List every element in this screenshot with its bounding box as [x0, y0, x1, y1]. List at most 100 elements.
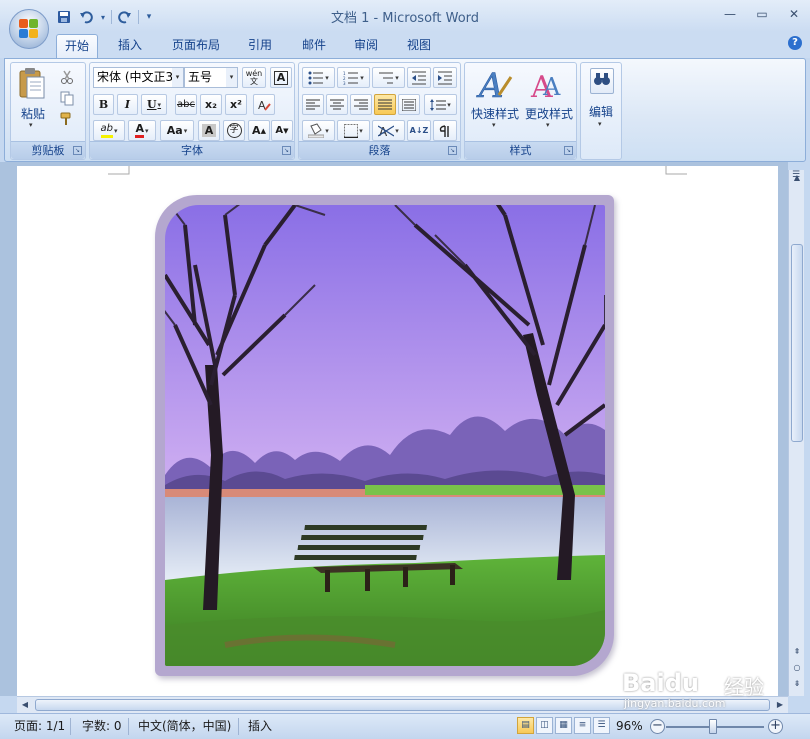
tab-home[interactable]: 开始 — [56, 34, 99, 58]
italic-button[interactable]: I — [117, 94, 138, 115]
tab-insert[interactable]: 插入 — [110, 34, 150, 58]
change-case-dropdown-icon[interactable]: ▾ — [184, 127, 188, 135]
font-name-combo[interactable]: 宋体 (中文正3 ▾ — [93, 67, 184, 88]
increase-indent-button[interactable] — [433, 67, 457, 88]
underline-button[interactable]: U ▾ — [141, 94, 167, 115]
vertical-scroll-thumb[interactable] — [791, 244, 803, 442]
outline-view-icon[interactable]: ≡ — [574, 717, 591, 734]
font-dialog-launcher-icon[interactable]: ↘ — [282, 146, 291, 155]
numbering-button[interactable]: 1 2 3 ▾ — [337, 67, 370, 88]
crop-mark-left — [108, 166, 130, 175]
minimize-button[interactable]: — — [714, 0, 746, 28]
align-left-button[interactable] — [302, 94, 324, 115]
tab-mailings[interactable]: 邮件 — [294, 34, 334, 58]
tab-page-layout[interactable]: 页面布局 — [164, 34, 228, 58]
decrease-indent-button[interactable] — [407, 67, 431, 88]
align-right-button[interactable] — [350, 94, 372, 115]
copy-icon[interactable] — [59, 90, 77, 106]
font-name-dropdown-icon[interactable]: ▾ — [172, 68, 183, 87]
strikethrough-button[interactable]: abc — [175, 94, 197, 115]
tab-view[interactable]: 视图 — [399, 34, 439, 58]
character-border-button[interactable]: A — [270, 67, 292, 88]
ruler-toggle-icon[interactable]: ☰ — [788, 170, 804, 184]
show-marks-button[interactable] — [433, 120, 457, 141]
chinese-layout-dropdown-icon[interactable]: ▾ — [395, 127, 399, 135]
align-center-button[interactable] — [326, 94, 348, 115]
font-color-button[interactable]: A ▾ — [128, 120, 156, 141]
sort-button[interactable]: A↓Z — [407, 120, 431, 141]
character-shading-button[interactable]: A — [198, 120, 220, 141]
office-logo-icon — [19, 19, 39, 39]
highlight-dropdown-icon[interactable]: ▾ — [114, 127, 118, 135]
font-size-combo[interactable]: 五号 ▾ — [184, 67, 238, 88]
multilevel-list-button[interactable]: ▾ — [372, 67, 405, 88]
borders-dropdown-icon[interactable]: ▾ — [359, 127, 363, 135]
vertical-scrollbar[interactable]: ▲ ⇞ ○ ⇟ — [788, 170, 804, 696]
editing-button[interactable]: 编辑 ▾ — [583, 65, 619, 155]
full-screen-reading-icon[interactable]: ◫ — [536, 717, 553, 734]
shading-dropdown-icon[interactable]: ▾ — [325, 127, 329, 135]
insert-mode-indicator[interactable]: 插入 — [246, 718, 274, 735]
superscript-button[interactable]: x² — [225, 94, 247, 115]
clipboard-dialog-launcher-icon[interactable]: ↘ — [73, 146, 82, 155]
draft-view-icon[interactable]: ☰ — [593, 717, 610, 734]
justify-button[interactable] — [374, 94, 396, 115]
zoom-level[interactable]: 96% — [614, 718, 645, 735]
quick-styles-button[interactable]: A 快速样式 ▾ — [469, 65, 521, 137]
paragraph-dialog-launcher-icon[interactable]: ↘ — [448, 146, 457, 155]
tab-references[interactable]: 引用 — [240, 34, 280, 58]
bold-button[interactable]: B — [93, 94, 114, 115]
underline-dropdown-icon[interactable]: ▾ — [158, 100, 162, 109]
enclose-characters-button[interactable]: 字 — [223, 120, 245, 141]
change-styles-button[interactable]: A A 更改样式 ▾ — [523, 65, 575, 137]
font-size-dropdown-icon[interactable]: ▾ — [226, 68, 237, 87]
crop-mark-right — [665, 166, 687, 175]
word-count[interactable]: 字数: 0 — [80, 718, 124, 735]
multilevel-dropdown-icon[interactable]: ▾ — [395, 74, 399, 82]
phonetic-guide-button[interactable]: wén 文 — [242, 67, 266, 88]
next-page-icon[interactable]: ⇟ — [791, 678, 803, 690]
line-spacing-dropdown-icon[interactable]: ▾ — [447, 101, 451, 109]
zoom-slider-thumb[interactable] — [709, 719, 717, 734]
scroll-right-icon[interactable]: ▶ — [774, 699, 786, 711]
cut-icon[interactable] — [59, 69, 77, 85]
clear-formatting-button[interactable]: A — [253, 94, 275, 115]
bullets-dropdown-icon[interactable]: ▾ — [325, 74, 329, 82]
horizontal-scroll-thumb[interactable] — [35, 699, 770, 711]
paste-button[interactable]: 粘贴 ▾ — [17, 67, 49, 129]
inserted-picture[interactable] — [165, 205, 605, 666]
web-layout-icon[interactable]: ▦ — [555, 717, 572, 734]
borders-button[interactable]: ▾ — [337, 120, 370, 141]
numbering-dropdown-icon[interactable]: ▾ — [360, 74, 364, 82]
chinese-layout-button[interactable]: A ▾ — [372, 120, 405, 141]
print-layout-view-icon[interactable]: ▤ — [517, 717, 534, 734]
browse-object-icon[interactable]: ○ — [791, 662, 803, 674]
text-highlight-button[interactable]: ab ▾ — [93, 120, 125, 141]
grow-font-button[interactable]: A ▲ — [248, 120, 270, 141]
zoom-out-icon[interactable]: − — [650, 719, 665, 734]
page-count[interactable]: 页面: 1/1 — [12, 718, 67, 735]
office-button[interactable] — [9, 9, 49, 49]
subscript-button[interactable]: x₂ — [200, 94, 222, 115]
change-styles-icon: A A — [530, 70, 561, 105]
close-button[interactable]: ✕ — [778, 0, 810, 28]
zoom-in-icon[interactable]: + — [768, 719, 783, 734]
tab-review[interactable]: 审阅 — [346, 34, 386, 58]
line-spacing-button[interactable]: ▾ — [424, 94, 457, 115]
status-separator — [238, 718, 239, 735]
format-painter-icon[interactable] — [59, 111, 77, 127]
distributed-button[interactable] — [398, 94, 420, 115]
shading-button[interactable]: ▾ — [302, 120, 335, 141]
help-icon[interactable]: ? — [788, 36, 802, 50]
font-color-dropdown-icon[interactable]: ▾ — [145, 127, 149, 135]
shading-bucket-icon — [308, 123, 325, 138]
horizontal-scrollbar[interactable]: ◀ ▶ — [17, 696, 788, 713]
styles-dialog-launcher-icon[interactable]: ↘ — [564, 146, 573, 155]
shrink-font-button[interactable]: A ▼ — [271, 120, 293, 141]
previous-page-icon[interactable]: ⇞ — [791, 646, 803, 658]
change-case-button[interactable]: Aa ▾ — [160, 120, 194, 141]
maximize-button[interactable]: ▭ — [746, 0, 778, 28]
bullets-button[interactable]: ▾ — [302, 67, 335, 88]
language-indicator[interactable]: 中文(简体，中国) — [136, 718, 233, 735]
scroll-left-icon[interactable]: ◀ — [19, 699, 31, 711]
